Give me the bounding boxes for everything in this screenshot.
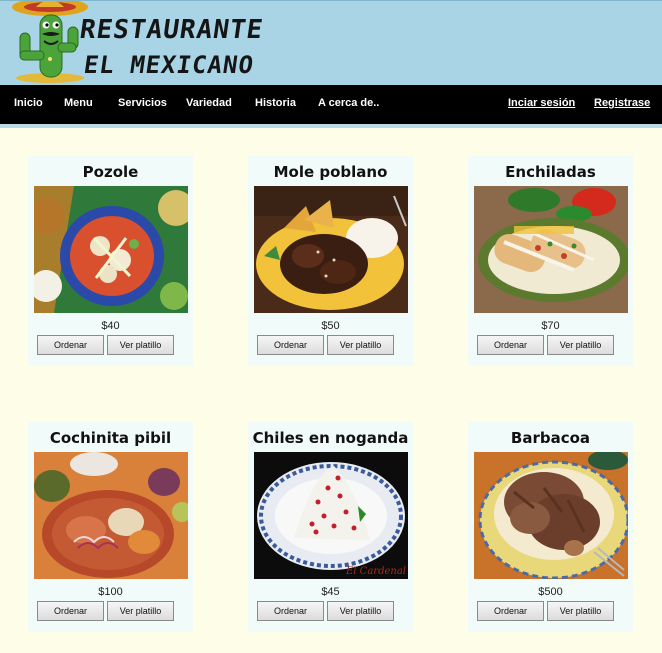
dish-title: Barbacoa xyxy=(510,429,591,447)
view-dish-button[interactable]: Ver platillo xyxy=(547,335,614,355)
nav-item-menu[interactable]: Menu xyxy=(64,97,93,109)
brand-title-line1: RESTAURANTE xyxy=(77,15,266,45)
nav-item-historia[interactable]: Historia xyxy=(255,97,296,109)
view-dish-button[interactable]: Ver platillo xyxy=(547,601,614,621)
register-link[interactable]: Registrase xyxy=(594,97,650,109)
nav-item-inicio[interactable]: Inicio xyxy=(14,97,43,109)
dish-image-pozole xyxy=(34,186,188,313)
dish-card-pozole: Pozole $40 Ordenar Ver platillo xyxy=(28,156,193,366)
image-watermark: El Cardenal xyxy=(346,566,406,577)
dish-title: Chiles en noganda xyxy=(252,429,409,447)
dish-title: Mole poblano xyxy=(273,163,388,181)
dish-image-cochinita-pibil xyxy=(34,452,188,579)
dish-price: $50 xyxy=(321,320,340,332)
dish-card-cochinita-pibil: Cochinita pibil $100 Ordenar Ver platill… xyxy=(28,422,193,632)
dish-image-mole-poblano xyxy=(254,186,408,313)
login-link[interactable]: Inciar sesión xyxy=(508,97,575,109)
view-dish-button[interactable]: Ver platillo xyxy=(327,601,394,621)
dish-image-chiles-en-noganda: El Cardenal xyxy=(254,452,408,579)
dish-card-barbacoa: Barbacoa $500 Ordenar Ver platillo xyxy=(468,422,633,632)
order-button[interactable]: Ordenar xyxy=(37,335,104,355)
brand-title-line2: EL MEXICANO xyxy=(82,51,256,79)
dish-title: Enchiladas xyxy=(505,163,596,181)
dish-title: Cochinita pibil xyxy=(49,429,172,447)
nav-item-servicios[interactable]: Servicios xyxy=(118,97,167,109)
nav-divider xyxy=(0,124,662,128)
view-dish-button[interactable]: Ver platillo xyxy=(107,601,174,621)
site-header: RESTAURANTE EL MEXICANO xyxy=(0,0,662,85)
main-navbar: Inicio Menu Servicios Variedad Historia … xyxy=(0,85,662,124)
nav-item-variedad[interactable]: Variedad xyxy=(186,97,232,109)
dish-price: $45 xyxy=(321,586,340,598)
dish-price: $70 xyxy=(541,320,560,332)
order-button[interactable]: Ordenar xyxy=(257,601,324,621)
view-dish-button[interactable]: Ver platillo xyxy=(107,335,174,355)
nav-item-acerca[interactable]: A cerca de.. xyxy=(318,97,379,109)
dish-price: $40 xyxy=(101,320,120,332)
dish-price: $500 xyxy=(538,586,563,598)
order-button[interactable]: Ordenar xyxy=(257,335,324,355)
order-button[interactable]: Ordenar xyxy=(477,601,544,621)
dish-card-enchiladas: Enchiladas $70 Ordenar Ver platillo xyxy=(468,156,633,366)
dish-image-enchiladas xyxy=(474,186,628,313)
order-button[interactable]: Ordenar xyxy=(477,335,544,355)
view-dish-button[interactable]: Ver platillo xyxy=(327,335,394,355)
dish-title: Pozole xyxy=(82,163,139,181)
dish-card-chiles-en-noganda: Chiles en noganda El Cardenal $45 Ordena… xyxy=(248,422,413,632)
order-button[interactable]: Ordenar xyxy=(37,601,104,621)
dish-price: $100 xyxy=(98,586,123,598)
dish-image-barbacoa xyxy=(474,452,628,579)
dish-card-mole-poblano: Mole poblano $50 Ordenar Ver platillo xyxy=(248,156,413,366)
